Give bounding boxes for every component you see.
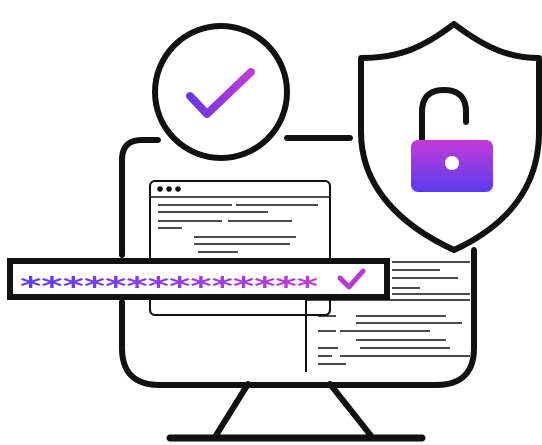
monitor-stand [166,381,426,442]
window-controls-icon [157,186,181,192]
checkmark-circle-icon [152,23,290,161]
password-value: ************** [20,272,319,302]
password-field[interactable]: ************** [7,258,390,302]
security-login-illustration: ************** [7,21,542,442]
shield-icon [358,21,542,253]
